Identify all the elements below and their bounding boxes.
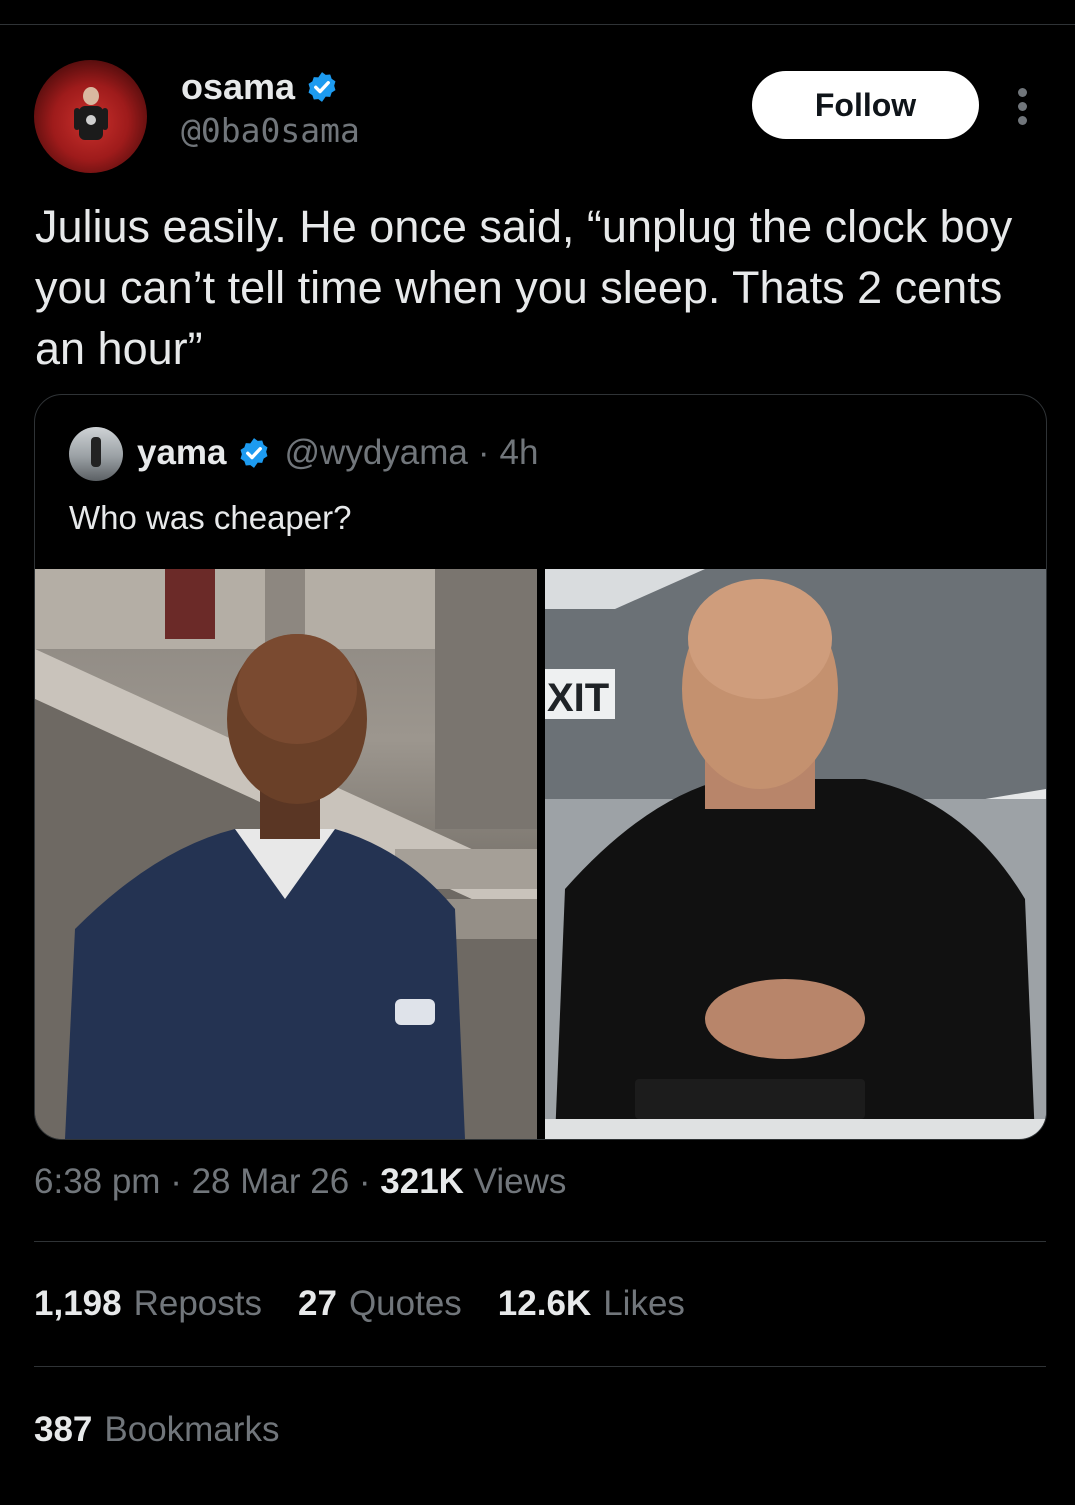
- reposts-count: 1,198: [34, 1284, 122, 1323]
- quotes-count: 27: [298, 1284, 337, 1323]
- more-options-icon[interactable]: [1009, 86, 1037, 126]
- views-label: Views: [463, 1162, 567, 1201]
- tweet-time[interactable]: 6:38 pm: [34, 1162, 160, 1201]
- quoted-tweet-card[interactable]: yama @wydyama · 4h Who was cheaper? XIT: [34, 394, 1047, 1140]
- quoted-image-right[interactable]: XIT: [545, 569, 1046, 1139]
- meta-separator: ·: [349, 1162, 381, 1201]
- quoted-timestamp[interactable]: 4h: [500, 433, 539, 473]
- views-count: 321K: [380, 1162, 464, 1201]
- author-handle[interactable]: @0ba0sama: [181, 111, 360, 150]
- quoted-author-name[interactable]: yama: [137, 433, 227, 473]
- tweet-meta: 6:38 pm · 28 Mar 26 · 321K Views: [34, 1162, 566, 1202]
- author-name[interactable]: osama: [181, 66, 295, 108]
- tweet-date[interactable]: 28 Mar 26: [192, 1162, 350, 1201]
- meta-separator: ·: [160, 1162, 192, 1201]
- exit-sign-text: XIT: [547, 676, 609, 720]
- follow-button[interactable]: Follow: [752, 71, 979, 139]
- bookmarks-stat[interactable]: 387 Bookmarks: [34, 1410, 279, 1450]
- reposts-stat[interactable]: 1,198 Reposts: [34, 1284, 262, 1324]
- divider: [34, 1241, 1046, 1242]
- quoted-verified-badge-icon: [240, 438, 267, 468]
- likes-label: Likes: [603, 1284, 685, 1323]
- top-divider: [0, 24, 1075, 25]
- avatar-figure: [74, 87, 108, 140]
- image-right-art: XIT: [545, 569, 1046, 1139]
- divider: [34, 1366, 1046, 1367]
- engagement-stats: 1,198 Reposts 27 Quotes 12.6K Likes: [34, 1284, 721, 1324]
- author-avatar[interactable]: [34, 60, 147, 173]
- tweet-text: Julius easily. He once said, “unplug the…: [35, 201, 1013, 374]
- author-name-row: osama: [181, 66, 339, 108]
- likes-stat[interactable]: 12.6K Likes: [498, 1284, 685, 1324]
- quoted-header: yama @wydyama · 4h: [137, 431, 538, 475]
- quoted-image-left[interactable]: [35, 569, 537, 1139]
- quotes-stat[interactable]: 27 Quotes: [298, 1284, 462, 1324]
- bookmarks-label: Bookmarks: [104, 1410, 280, 1449]
- quoted-separator: ·: [477, 433, 490, 472]
- reposts-label: Reposts: [133, 1284, 262, 1323]
- image-left-art: [35, 569, 537, 1139]
- quoted-author-avatar[interactable]: [69, 427, 123, 481]
- quoted-text: Who was cheaper?: [69, 499, 352, 536]
- likes-count: 12.6K: [497, 1284, 592, 1323]
- quotes-label: Quotes: [348, 1284, 462, 1323]
- bookmarks-count: 387: [34, 1410, 93, 1449]
- verified-badge-icon[interactable]: [305, 70, 339, 104]
- quoted-author-handle[interactable]: @wydyama: [285, 433, 468, 473]
